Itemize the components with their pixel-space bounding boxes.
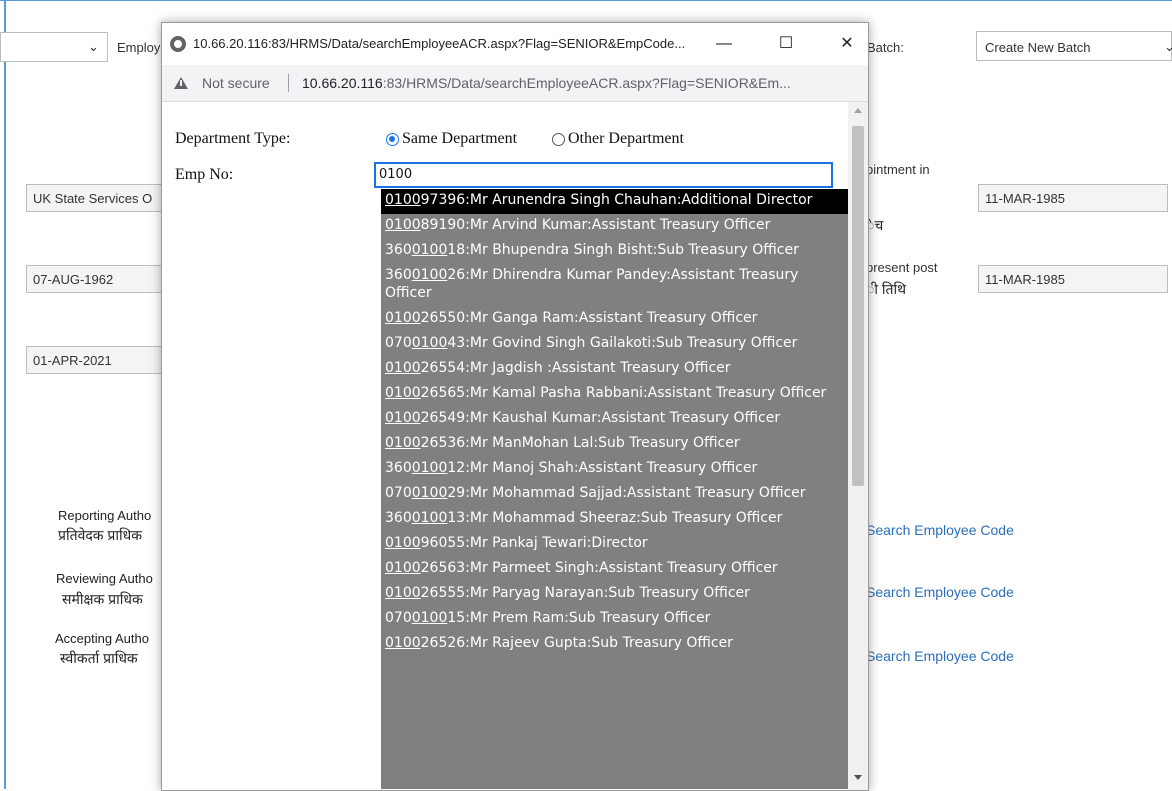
autocomplete-item[interactable]: 010026555:Mr Paryag Narayan:Sub Treasury… bbox=[381, 582, 848, 607]
autocomplete-item[interactable]: 010026526:Mr Rajeev Gupta:Sub Treasury O… bbox=[381, 632, 848, 657]
chevron-down-icon: ⌄ bbox=[88, 39, 99, 54]
department-type-label: Department Type: bbox=[175, 130, 291, 147]
scroll-down-icon[interactable] bbox=[854, 775, 862, 780]
popup-scrollbar[interactable] bbox=[848, 102, 868, 790]
employee-label: Employ bbox=[117, 40, 161, 55]
autocomplete-item[interactable]: 010026549:Mr Kaushal Kumar:Assistant Tre… bbox=[381, 407, 848, 432]
chevron-down-icon: ⌄ bbox=[1164, 39, 1172, 54]
popup-url[interactable]: 10.66.20.116:83/HRMS/Data/searchEmployee… bbox=[302, 75, 791, 91]
same-department-label[interactable]: Same Department bbox=[402, 130, 517, 148]
close-icon[interactable]: ✕ bbox=[832, 31, 862, 57]
service-field[interactable]: UK State Services O bbox=[26, 184, 166, 212]
search-employee-code-link-accepting[interactable]: Search Employee Code bbox=[866, 648, 1014, 664]
minimize-icon[interactable]: — bbox=[709, 31, 739, 57]
autocomplete-item[interactable]: 360010018:Mr Bhupendra Singh Bisht:Sub T… bbox=[381, 239, 848, 264]
search-employee-code-link-reporting[interactable]: Search Employee Code bbox=[866, 522, 1014, 538]
same-department-radio[interactable] bbox=[386, 133, 399, 146]
autocomplete-item[interactable]: 360010013:Mr Mohammad Sheeraz:Sub Treasu… bbox=[381, 507, 848, 532]
dob-field[interactable]: 07-AUG-1962 bbox=[26, 265, 166, 293]
present-post-hindi-label: ी तिथि bbox=[866, 281, 907, 297]
appointment-date-field[interactable]: 11-MAR-1985 bbox=[978, 184, 1168, 212]
autocomplete-list: 010097396:Mr Arunendra Singh Chauhan:Add… bbox=[381, 189, 848, 789]
autocomplete-item[interactable]: 070010015:Mr Prem Ram:Sub Treasury Offic… bbox=[381, 607, 848, 632]
search-employee-popup: 10.66.20.116:83/HRMS/Data/searchEmployee… bbox=[161, 22, 869, 791]
from-date-field[interactable]: 01-APR-2021 bbox=[26, 346, 166, 374]
autocomplete-item[interactable]: 070010029:Mr Mohammad Sajjad:Assistant T… bbox=[381, 482, 848, 507]
autocomplete-item[interactable]: 010089190:Mr Arvind Kumar:Assistant Trea… bbox=[381, 214, 848, 239]
popup-address-bar: Not secure 10.66.20.116:83/HRMS/Data/sea… bbox=[162, 65, 868, 102]
not-secure-label[interactable]: Not secure bbox=[202, 75, 270, 91]
autocomplete-item[interactable]: 010026565:Mr Kamal Pasha Rabbani:Assista… bbox=[381, 382, 848, 407]
autocomplete-item[interactable]: 010097396:Mr Arunendra Singh Chauhan:Add… bbox=[381, 189, 848, 214]
globe-icon bbox=[170, 36, 186, 52]
autocomplete-item[interactable]: 010026550:Mr Ganga Ram:Assistant Treasur… bbox=[381, 307, 848, 332]
emp-no-label: Emp No: bbox=[175, 166, 234, 183]
reporting-authority-label: Reporting Autho bbox=[58, 508, 152, 523]
autocomplete-item[interactable]: 010096055:Mr Pankaj Tewari:Director bbox=[381, 532, 848, 557]
maximize-icon[interactable]: ☐ bbox=[771, 31, 801, 57]
autocomplete-item[interactable]: 010026554:Mr Jagdish :Assistant Treasury… bbox=[381, 357, 848, 382]
accepting-authority-label: Accepting Autho bbox=[55, 631, 149, 646]
autocomplete-item[interactable]: 070010043:Mr Govind Singh Gailakoti:Sub … bbox=[381, 332, 848, 357]
present-post-label: present post bbox=[866, 260, 938, 275]
search-employee-code-link-reviewing[interactable]: Search Employee Code bbox=[866, 584, 1014, 600]
popup-content: Department Type: Same Department Other D… bbox=[162, 102, 868, 790]
autocomplete-item[interactable]: 360010012:Mr Manoj Shah:Assistant Treasu… bbox=[381, 457, 848, 482]
batch-select[interactable]: Create New Batch bbox=[976, 31, 1172, 61]
popup-title: 10.66.20.116:83/HRMS/Data/searchEmployee… bbox=[193, 36, 686, 51]
accepting-authority-hindi: स्वीकर्ता प्राधिक bbox=[60, 650, 138, 666]
scroll-up-icon[interactable] bbox=[854, 108, 862, 113]
page-frame-top bbox=[0, 0, 1172, 1]
batch-label: Batch: bbox=[867, 40, 904, 55]
reporting-authority-hindi: प्रतिवेदक प्राधिक bbox=[58, 527, 143, 543]
present-post-date-field[interactable]: 11-MAR-1985 bbox=[978, 265, 1168, 293]
autocomplete-item[interactable]: 010026563:Mr Parmeet Singh:Assistant Tre… bbox=[381, 557, 848, 582]
scrollbar-thumb[interactable] bbox=[852, 126, 864, 486]
other-department-radio[interactable] bbox=[552, 133, 565, 146]
appointment-label: pintment in bbox=[866, 162, 930, 177]
emp-no-input[interactable]: 0100 bbox=[374, 162, 833, 188]
autocomplete-item[interactable]: 010026536:Mr ManMohan Lal:Sub Treasury O… bbox=[381, 432, 848, 457]
autocomplete-item[interactable]: 360010026:Mr Dhirendra Kumar Pandey:Assi… bbox=[381, 264, 848, 307]
reviewing-authority-label: Reviewing Autho bbox=[56, 571, 153, 586]
popup-titlebar[interactable]: 10.66.20.116:83/HRMS/Data/searchEmployee… bbox=[162, 23, 868, 65]
reviewing-authority-hindi: समीक्षक प्राधिक bbox=[62, 591, 143, 607]
page-frame-left bbox=[4, 0, 6, 789]
other-department-label[interactable]: Other Department bbox=[568, 130, 684, 148]
